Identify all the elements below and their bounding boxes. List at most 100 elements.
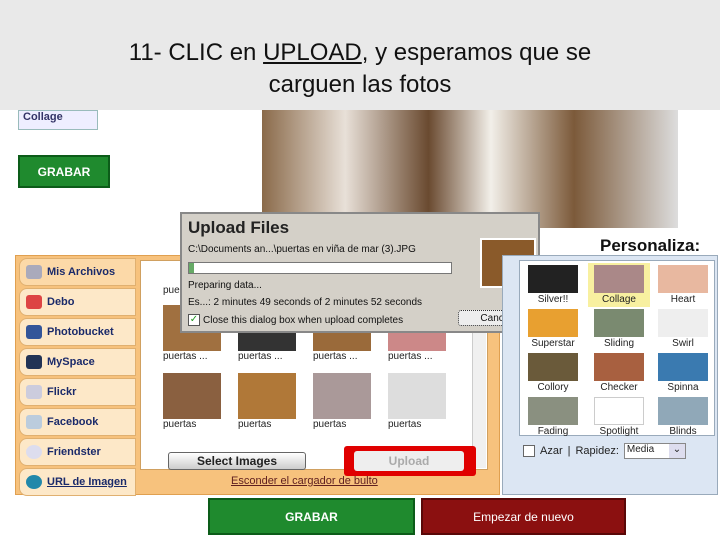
thumbnail — [163, 373, 221, 419]
effect-label: Silver!! — [537, 294, 569, 305]
ie-icon — [26, 475, 42, 489]
grabar-button-top[interactable]: GRABAR — [18, 155, 110, 188]
azar-label: Azar — [540, 445, 563, 457]
banner-text: 11- CLIC en — [128, 39, 264, 66]
tab-label: Mis Archivos — [47, 266, 116, 278]
folder-icon — [26, 265, 42, 279]
debo-icon — [26, 295, 42, 309]
effect-thumb — [528, 397, 578, 425]
personaliza-heading: Personaliza: — [600, 236, 701, 255]
effect-thumb — [658, 309, 708, 337]
tab-friendster[interactable]: Friendster — [19, 438, 136, 466]
effect-swirl[interactable]: Swirl — [652, 307, 714, 351]
effect-checker[interactable]: Checker — [588, 351, 650, 395]
select-images-button[interactable]: Select Images — [168, 452, 306, 470]
close-label: Close this dialog box when upload comple… — [203, 314, 404, 326]
tab-flickr[interactable]: Flickr — [19, 378, 136, 406]
item-label: puertas — [313, 419, 347, 430]
effect-label: Superstar — [531, 338, 575, 349]
grid-item[interactable]: puertas — [238, 373, 296, 430]
tab-photobucket[interactable]: Photobucket — [19, 318, 136, 346]
grid-item[interactable]: puertas — [388, 373, 446, 430]
tab-facebook[interactable]: Facebook — [19, 408, 136, 436]
effect-thumb — [528, 353, 578, 381]
thumbnail — [238, 373, 296, 419]
smiley-icon — [26, 445, 42, 459]
tab-myspace[interactable]: MySpace — [19, 348, 136, 376]
upload-button[interactable]: Upload — [354, 451, 464, 471]
status-text: Preparing data... — [188, 280, 262, 291]
grabar-button-bottom[interactable]: GRABAR — [208, 498, 415, 535]
tab-label: Photobucket — [47, 326, 114, 338]
effect-label: Swirl — [672, 338, 694, 349]
azar-checkbox[interactable] — [523, 445, 535, 457]
effect-sliding[interactable]: Sliding — [588, 307, 650, 351]
upload-progress-bar — [188, 262, 452, 274]
thumbnail — [388, 373, 446, 419]
effect-collory[interactable]: Collory — [522, 351, 584, 395]
effect-label: Blinds — [669, 426, 697, 437]
effect-thumb — [658, 265, 708, 293]
effect-thumb — [594, 397, 644, 425]
separator: | — [567, 445, 571, 457]
tab-label: Friendster — [47, 446, 101, 458]
effects-grid: Silver!! Collage Heart Superstar Sliding… — [519, 260, 715, 439]
effect-label: Spinna — [667, 382, 699, 393]
effect-thumb — [658, 397, 708, 425]
effect-label: Collage — [602, 294, 636, 305]
banner-emphasis: UPLOAD — [263, 39, 362, 66]
tab-label: MySpace — [47, 356, 95, 368]
item-label: puertas ... — [313, 351, 358, 362]
effect-label: Fading — [537, 426, 569, 437]
effect-blinds[interactable]: Blinds — [652, 395, 714, 439]
banner-text: , y esperamos que se — [361, 39, 592, 66]
chevron-down-icon[interactable]: ⌄ — [668, 444, 685, 458]
effects-panel: Silver!! Collage Heart Superstar Sliding… — [502, 255, 718, 495]
grid-item[interactable]: puertas — [313, 373, 371, 430]
flickr-icon — [26, 385, 42, 399]
effect-label: Heart — [670, 294, 696, 305]
options-row: Azar | Rapidez: Media ⌄ — [523, 443, 686, 459]
effect-superstar[interactable]: Superstar — [522, 307, 584, 351]
tab-mis-archivos[interactable]: Mis Archivos — [19, 258, 136, 286]
grid-item[interactable]: puertas — [163, 373, 221, 430]
collage-logo: Collage — [18, 110, 98, 130]
effect-silver[interactable]: Silver!! — [522, 263, 584, 307]
effect-heart[interactable]: Heart — [652, 263, 714, 307]
file-path: C:\Documents an...\puertas en viña de ma… — [188, 244, 416, 255]
thumbnail — [313, 373, 371, 419]
tab-label: Debo — [47, 296, 75, 308]
item-label: puertas ... — [163, 351, 208, 362]
effect-fading[interactable]: Fading — [522, 395, 584, 439]
effect-thumb — [594, 265, 644, 293]
effect-spotlight[interactable]: Spotlight — [588, 395, 650, 439]
upload-files-dialog: Upload Files C:\Documents an...\puertas … — [180, 212, 540, 333]
tab-label: Facebook — [47, 416, 99, 428]
item-label: puertas — [238, 419, 272, 430]
hide-uploader-link[interactable]: Esconder el cargador de bulto — [231, 475, 378, 487]
progress-fill — [189, 263, 195, 273]
item-label: pue — [163, 285, 180, 296]
effect-thumb — [658, 353, 708, 381]
item-label: puertas ... — [238, 351, 283, 362]
effect-label: Sliding — [603, 338, 635, 349]
effect-thumb — [528, 265, 578, 293]
effect-spinna[interactable]: Spinna — [652, 351, 714, 395]
tab-label: URL de Imagen — [47, 476, 127, 488]
effect-label: Spotlight — [599, 426, 639, 437]
item-label: puertas — [163, 419, 197, 430]
tab-label: Flickr — [47, 386, 77, 398]
eta-text: Es...: 2 minutes 49 seconds of 2 minutes… — [188, 297, 423, 308]
effect-thumb — [594, 353, 644, 381]
effect-collage[interactable]: Collage — [588, 263, 650, 307]
photobucket-icon — [26, 325, 42, 339]
item-label: puertas — [388, 419, 422, 430]
rapidez-select[interactable]: Media ⌄ — [623, 443, 686, 459]
checkbox-checked-icon[interactable]: ✓ — [188, 314, 200, 326]
facebook-icon — [26, 415, 42, 429]
tab-url-imagen[interactable]: URL de Imagen — [19, 468, 136, 496]
collage-preview-image — [262, 110, 678, 228]
tab-debo[interactable]: Debo — [19, 288, 136, 316]
effect-label: Collory — [537, 382, 569, 393]
empezar-de-nuevo-button[interactable]: Empezar de nuevo — [421, 498, 626, 535]
